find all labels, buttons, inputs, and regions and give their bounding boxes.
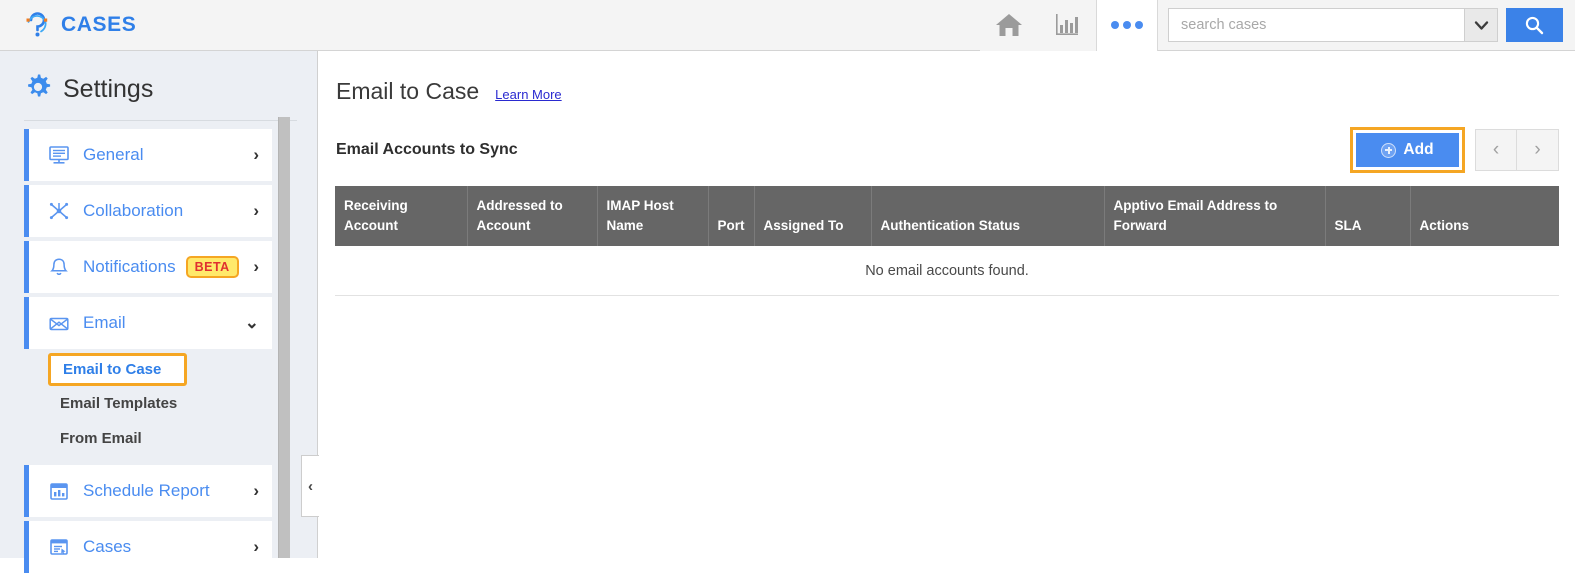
column-header[interactable]: Authentication Status — [871, 186, 1105, 247]
sidebar-nav: General › Collaboration › Notifications … — [0, 129, 317, 573]
sidebar-item-label: Collaboration — [83, 201, 184, 220]
brand-name: CASES — [61, 13, 137, 36]
column-header[interactable]: Port — [708, 186, 755, 247]
sidebar-scrollbar[interactable] — [278, 117, 290, 558]
calendar-chart-icon — [48, 481, 78, 501]
sidebar-subitem-label: Email Templates — [60, 395, 178, 412]
search-input[interactable]: search cases — [1168, 8, 1464, 42]
chevron-left-icon: ‹ — [308, 477, 313, 495]
home-icon[interactable] — [980, 0, 1038, 51]
dot-3 — [1135, 21, 1143, 29]
sidebar-item-email[interactable]: Email ⌄ — [24, 297, 272, 349]
network-nodes-icon — [48, 201, 78, 221]
table-row-empty: No email accounts found. — [335, 246, 1559, 297]
status-badge: BETA — [185, 256, 239, 278]
sidebar-subitem-from-email[interactable]: From Email — [0, 421, 317, 456]
plus-circle-icon — [1381, 142, 1397, 158]
divider — [24, 120, 297, 121]
sidebar-item-collaboration[interactable]: Collaboration › — [24, 185, 272, 237]
sidebar-title: Settings — [63, 75, 154, 103]
case-window-icon — [48, 537, 78, 557]
next-page-button[interactable]: › — [1517, 129, 1559, 171]
top-bar: CASES search cases — [0, 0, 1575, 51]
column-header[interactable]: Receiving Account — [335, 186, 468, 247]
three-dots-icon[interactable] — [1096, 0, 1158, 51]
chevron-right-icon: › — [1534, 139, 1541, 160]
column-header[interactable]: SLA — [1325, 186, 1411, 247]
sidebar-item-notifications[interactable]: Notifications BETA › — [24, 241, 272, 293]
chevron-right-icon: › — [253, 257, 259, 276]
chevron-right-icon: › — [253, 481, 259, 500]
prev-page-button[interactable]: ‹ — [1475, 129, 1517, 171]
table-body: No email accounts found. — [335, 246, 1559, 297]
chevron-right-icon: › — [253, 145, 259, 164]
add-button[interactable]: Add — [1356, 133, 1459, 167]
top-icon-group — [980, 0, 1158, 51]
search-area: search cases — [1158, 8, 1575, 42]
email-accounts-table: Receiving Account Addressed to Account I… — [335, 186, 1559, 297]
add-button-label: Add — [1403, 141, 1434, 158]
column-header[interactable]: IMAP Host Name — [597, 186, 709, 247]
dot-2 — [1123, 21, 1131, 29]
empty-state-message: No email accounts found. — [335, 246, 1559, 297]
bell-icon — [48, 257, 78, 277]
search-scope-dropdown[interactable] — [1464, 8, 1498, 42]
envelope-icon — [48, 313, 78, 333]
display-monitor-icon — [48, 145, 78, 165]
sidebar-subitem-email-templates[interactable]: Email Templates — [0, 386, 317, 421]
chevron-left-icon: ‹ — [1492, 139, 1500, 160]
sidebar-item-schedule-report[interactable]: Schedule Report › — [24, 465, 272, 517]
dot-1 — [1111, 21, 1119, 29]
sidebar-item-label: Cases — [83, 537, 132, 556]
page-header: Email to Case Learn More — [319, 51, 1575, 105]
column-header[interactable]: Assigned To — [754, 186, 872, 247]
sidebar-subitem-label: From Email — [60, 430, 142, 447]
search-button[interactable] — [1506, 8, 1563, 42]
sidebar-item-label: Notifications — [83, 257, 176, 276]
sidebar-collapse-handle[interactable]: ‹ — [301, 455, 320, 517]
chevron-down-icon: ⌄ — [244, 313, 259, 332]
table-header-row: Receiving Account Addressed to Account I… — [335, 186, 1559, 247]
main-content: Email to Case Learn More Email Accounts … — [319, 51, 1575, 558]
settings-sidebar: Settings General › Collaboration › Notif… — [0, 51, 318, 573]
column-header[interactable]: Addressed to Account — [467, 186, 598, 247]
sidebar-subitem-label: Email to Case — [63, 361, 162, 378]
column-header[interactable]: Apptivo Email Address to Forward — [1104, 186, 1326, 247]
sidebar-item-label: Schedule Report — [83, 481, 210, 500]
column-header[interactable]: Actions — [1410, 186, 1559, 247]
sidebar-item-cases[interactable]: Cases › — [24, 521, 272, 573]
sidebar-item-general[interactable]: General › — [24, 129, 272, 181]
brand[interactable]: CASES — [0, 9, 136, 41]
sidebar-item-label: Email — [83, 313, 126, 332]
chevron-right-icon: › — [253, 201, 259, 220]
sidebar-item-label: General — [83, 145, 144, 164]
page-title: Email to Case — [336, 78, 480, 104]
question-mark-ear-logo — [22, 9, 52, 41]
section-title: Email Accounts to Sync — [336, 141, 518, 158]
chevron-right-icon: › — [253, 537, 259, 556]
section-header: Email Accounts to Sync Add ‹ › — [319, 105, 1575, 173]
gear-icon — [24, 73, 52, 106]
sidebar-subitem-email-to-case[interactable]: Email to Case — [48, 353, 187, 386]
bar-chart-icon[interactable] — [1038, 0, 1096, 51]
search-placeholder: search cases — [1181, 17, 1267, 33]
sidebar-header: Settings — [0, 51, 317, 120]
learn-more-link[interactable]: Learn More — [495, 87, 561, 102]
add-button-highlight: Add — [1350, 127, 1465, 173]
table-actions: Add ‹ › — [1350, 127, 1559, 173]
